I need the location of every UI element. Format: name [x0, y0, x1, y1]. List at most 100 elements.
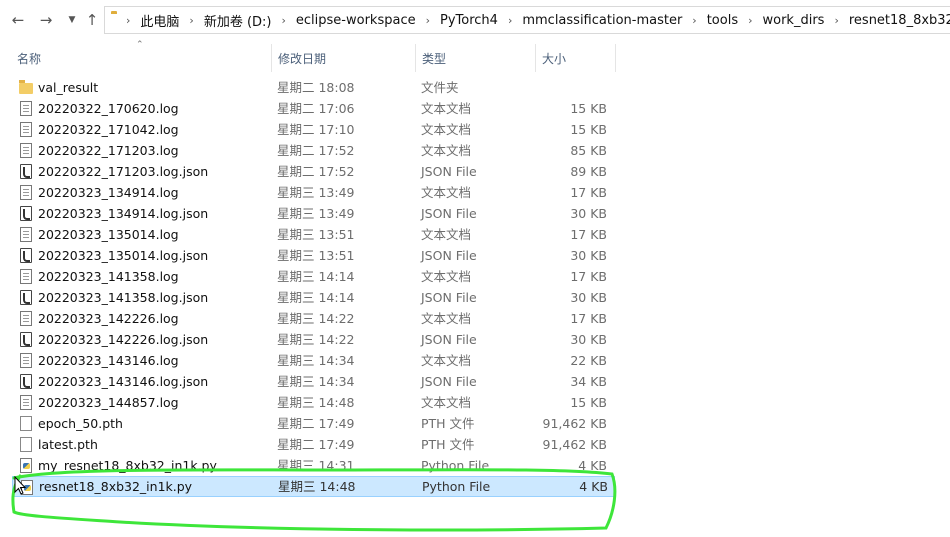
file-date: 星期三 13:51	[277, 227, 355, 242]
column-header-name[interactable]: 名称	[17, 50, 41, 67]
breadcrumb-separator-icon[interactable]: ›	[508, 14, 512, 27]
file-row[interactable]: 20220323_134914.log.json 星期三 13:49 JSON Fi…	[12, 203, 950, 224]
file-type: 文本文档	[421, 227, 472, 242]
file-size: 17 KB	[570, 311, 607, 326]
file-date: 星期三 14:48	[278, 479, 356, 494]
file-row[interactable]: epoch_50.pth 星期二 17:49 PTH 文件 91,462 KB	[12, 413, 950, 434]
file-size: 91,462 KB	[542, 416, 607, 431]
json-file-icon	[20, 290, 32, 305]
file-row[interactable]: 20220323_134914.log 星期三 13:49 文本文档 17 KB	[12, 182, 950, 203]
file-date: 星期三 13:51	[277, 248, 355, 263]
up-arrow-icon[interactable]: ↑	[82, 8, 102, 32]
file-name: 20220323_143146.log	[38, 353, 179, 368]
file-date: 星期二 17:49	[277, 437, 355, 452]
json-file-icon	[20, 206, 32, 221]
file-name: 20220323_134914.log.json	[38, 206, 209, 221]
breadcrumb-item[interactable]: mmclassification-master	[521, 13, 683, 28]
breadcrumb-separator-icon[interactable]: ›	[189, 14, 193, 27]
file-row[interactable]: 20220323_143146.log.json 星期三 14:34 JSON Fi…	[12, 371, 950, 392]
breadcrumb-separator-icon[interactable]: ›	[282, 14, 286, 27]
file-row[interactable]: 20220323_135014.log.json 星期三 13:51 JSON Fi…	[12, 245, 950, 266]
text-file-icon	[20, 143, 32, 158]
file-size: 4 KB	[578, 458, 607, 473]
file-icon	[20, 437, 32, 452]
file-row[interactable]: 20220323_142226.log.json 星期三 14:22 JSON Fi…	[12, 329, 950, 350]
breadcrumb-item[interactable]: 新加卷 (D:)	[203, 11, 273, 30]
file-row[interactable]: 20220323_141358.log 星期三 14:14 文本文档 17 KB	[12, 266, 950, 287]
file-row[interactable]: my_resnet18_8xb32_in1k.py 星期三 14:31 Python…	[12, 455, 950, 476]
file-row[interactable]: latest.pth 星期二 17:49 PTH 文件 91,462 KB	[12, 434, 950, 455]
text-file-icon	[20, 122, 32, 137]
file-row[interactable]: 20220323_135014.log 星期三 13:51 文本文档 17 KB	[12, 224, 950, 245]
sort-ascending-icon: ⌃	[136, 40, 144, 50]
breadcrumb-separator-icon[interactable]: ›	[126, 14, 130, 27]
breadcrumb: › 此电脑 › 新加卷 (D:) › eclipse-workspace › PyTorch4…	[117, 11, 950, 30]
text-file-icon	[20, 353, 32, 368]
file-date: 星期三 14:31	[277, 458, 355, 473]
back-arrow-icon[interactable]: ←	[8, 8, 28, 32]
file-row[interactable]: 20220322_171042.log 星期二 17:10 文本文档 15 KB	[12, 119, 950, 140]
column-divider[interactable]	[415, 44, 416, 72]
file-type: 文本文档	[421, 185, 472, 200]
file-icon	[20, 416, 32, 431]
address-bar-area: ← → ▼ ↑ › 此电脑 › 新加卷 (D:) › eclipse-workspace ›…	[0, 0, 950, 40]
file-type: JSON File	[421, 374, 477, 389]
column-header-date[interactable]: 修改日期	[278, 50, 326, 67]
file-name: 20220323_134914.log	[38, 185, 179, 200]
file-date: 星期三 13:49	[277, 206, 355, 221]
file-type: 文本文档	[421, 311, 472, 326]
file-row[interactable]: 20220323_142226.log 星期三 14:22 文本文档 17 KB	[12, 308, 950, 329]
file-name: 20220323_135014.log	[38, 227, 179, 242]
text-file-icon	[20, 185, 32, 200]
breadcrumb-separator-icon[interactable]: ›	[748, 14, 752, 27]
file-name: 20220323_144857.log	[38, 395, 179, 410]
forward-arrow-icon[interactable]: →	[36, 8, 56, 32]
recent-locations-chevron-icon[interactable]: ▼	[62, 8, 82, 32]
file-size: 17 KB	[570, 185, 607, 200]
address-bar[interactable]: › 此电脑 › 新加卷 (D:) › eclipse-workspace › PyTorch4…	[104, 6, 950, 34]
file-date: 星期二 17:06	[277, 101, 355, 116]
file-type: JSON File	[421, 290, 477, 305]
file-row[interactable]: 20220323_144857.log 星期三 14:48 文本文档 15 KB	[12, 392, 950, 413]
file-name: 20220322_170620.log	[38, 101, 179, 116]
breadcrumb-separator-icon[interactable]: ›	[834, 14, 838, 27]
file-name: 20220322_171203.log.json	[38, 164, 209, 179]
breadcrumb-item[interactable]: eclipse-workspace	[295, 13, 417, 28]
file-date: 星期二 17:49	[277, 416, 355, 431]
file-date: 星期三 14:48	[277, 395, 355, 410]
file-type: 文件夹	[421, 80, 459, 95]
breadcrumb-item[interactable]: resnet18_8xb32_in1k	[848, 13, 950, 28]
file-row[interactable]: 20220322_171203.log 星期二 17:52 文本文档 85 KB	[12, 140, 950, 161]
file-type: 文本文档	[421, 353, 472, 368]
file-date: 星期三 13:49	[277, 185, 355, 200]
file-name: 20220322_171042.log	[38, 122, 179, 137]
column-divider[interactable]	[615, 44, 616, 72]
column-divider[interactable]	[271, 44, 272, 72]
mouse-cursor-icon	[14, 476, 27, 495]
file-size: 30 KB	[570, 332, 607, 347]
file-size: 15 KB	[570, 395, 607, 410]
column-header-type[interactable]: 类型	[422, 50, 446, 67]
file-date: 星期三 14:34	[277, 353, 355, 368]
breadcrumb-item[interactable]: work_dirs	[762, 13, 826, 28]
file-row[interactable]: 20220322_171203.log.json 星期二 17:52 JSON Fi…	[12, 161, 950, 182]
file-row-selected[interactable]: resnet18_8xb32_in1k.py 星期三 14:48 Python Fi…	[12, 476, 615, 497]
text-file-icon	[20, 395, 32, 410]
file-name: val_result	[38, 80, 99, 95]
file-row[interactable]: val_result 星期二 18:08 文件夹	[12, 77, 950, 98]
file-name: latest.pth	[38, 437, 98, 452]
breadcrumb-separator-icon[interactable]: ›	[426, 14, 430, 27]
file-row[interactable]: 20220323_143146.log 星期三 14:34 文本文档 22 KB	[12, 350, 950, 371]
file-row[interactable]: 20220322_170620.log 星期二 17:06 文本文档 15 KB	[12, 98, 950, 119]
file-row[interactable]: 20220323_141358.log.json 星期三 14:14 JSON Fi…	[12, 287, 950, 308]
file-type: 文本文档	[421, 269, 472, 284]
file-type: Python File	[422, 479, 491, 494]
file-date: 星期二 17:52	[277, 164, 355, 179]
breadcrumb-item[interactable]: tools	[706, 13, 739, 28]
breadcrumb-item[interactable]: 此电脑	[139, 11, 180, 30]
column-divider[interactable]	[535, 44, 536, 72]
breadcrumb-item[interactable]: PyTorch4	[439, 13, 499, 28]
column-header-size[interactable]: 大小	[542, 50, 566, 67]
file-size: 15 KB	[570, 101, 607, 116]
breadcrumb-separator-icon[interactable]: ›	[692, 14, 696, 27]
